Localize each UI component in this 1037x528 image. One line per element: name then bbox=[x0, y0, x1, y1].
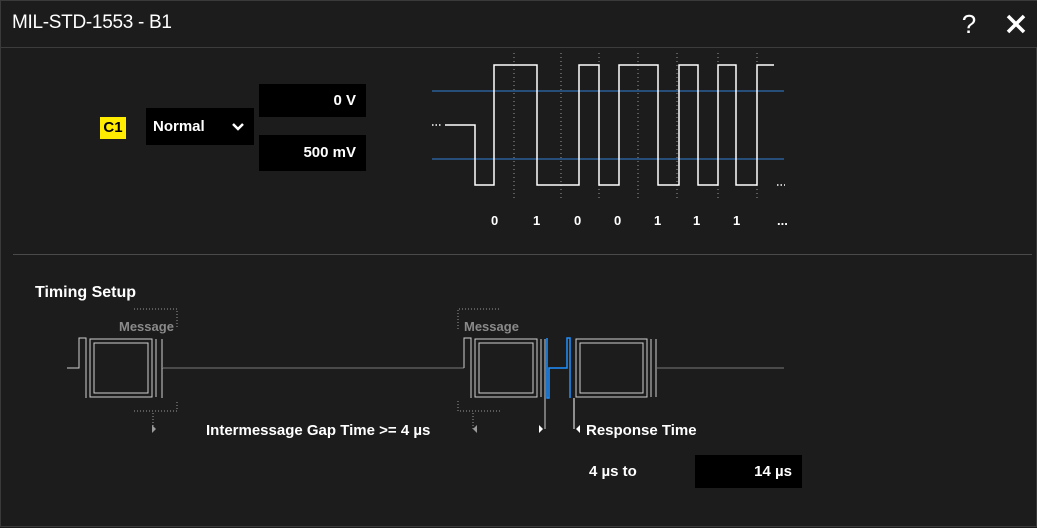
message2-frame bbox=[463, 337, 546, 429]
response-start-arrow bbox=[539, 425, 543, 433]
intermessage-gap-label: Intermessage Gap Time >= 4 µs bbox=[206, 422, 431, 439]
gap-end-arrow bbox=[473, 425, 477, 433]
response-end-arrow bbox=[576, 425, 580, 433]
timing-diagram bbox=[67, 308, 784, 433]
message1-frame bbox=[67, 337, 163, 398]
response-min-label: 4 µs to bbox=[589, 463, 637, 480]
response-max-field[interactable]: 14 µs bbox=[695, 455, 802, 488]
response-time-label: Response Time bbox=[586, 422, 697, 439]
protocol-dialog: MIL-STD-1553 - B1 ? C1 Normal 0 V 500 mV bbox=[0, 0, 1037, 527]
status-frame bbox=[575, 338, 657, 398]
response-gap-signal bbox=[546, 337, 571, 399]
gap-start-arrow bbox=[152, 425, 156, 433]
